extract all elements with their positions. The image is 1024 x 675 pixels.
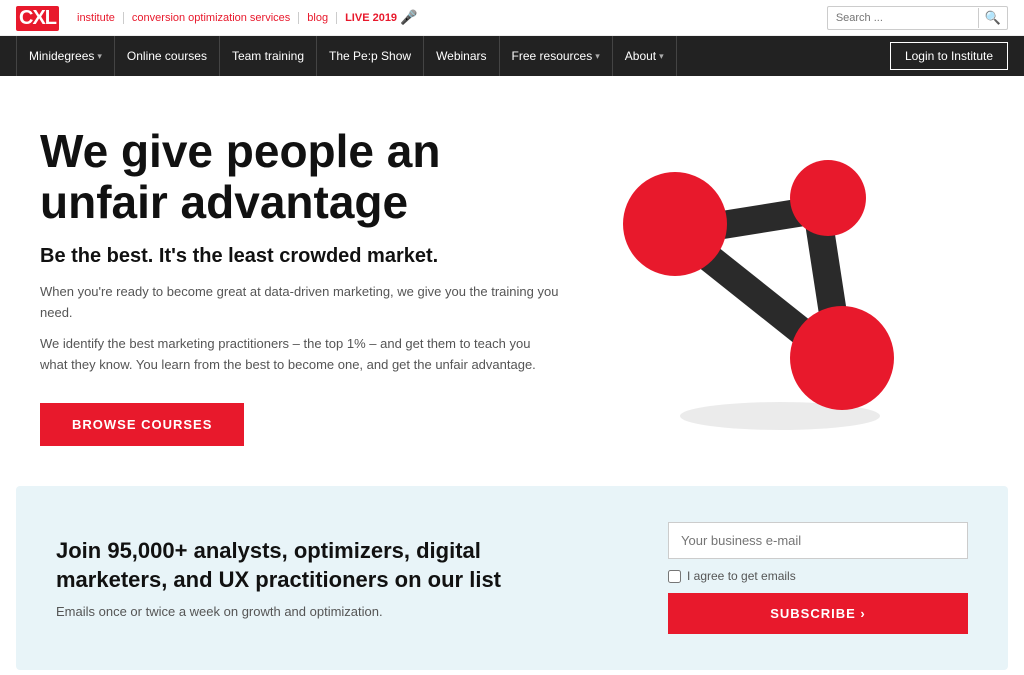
agree-row: I agree to get emails — [668, 569, 968, 583]
agree-label: I agree to get emails — [687, 569, 796, 583]
login-button[interactable]: Login to Institute — [890, 42, 1008, 70]
newsletter-title: Join 95,000+ analysts, optimizers, digit… — [56, 537, 516, 594]
newsletter-subtitle: Emails once or twice a week on growth an… — [56, 604, 516, 619]
hero-graphic — [560, 126, 940, 446]
chevron-down-icon: ▾ — [595, 51, 600, 62]
nav-online-courses[interactable]: Online courses — [115, 36, 220, 76]
live-icon: 🎤 — [400, 9, 417, 26]
newsletter-right: I agree to get emails SUBSCRIBE › — [668, 522, 968, 634]
agree-checkbox[interactable] — [668, 570, 681, 583]
subscribe-button[interactable]: SUBSCRIBE › — [668, 593, 968, 634]
newsletter-section: Join 95,000+ analysts, optimizers, digit… — [16, 486, 1008, 670]
chevron-down-icon: ▾ — [659, 51, 664, 62]
email-input[interactable] — [668, 522, 968, 559]
hero-title: We give people an unfair advantage — [40, 126, 560, 227]
cos-link[interactable]: conversion optimization services — [124, 12, 299, 24]
hero-text: We give people an unfair advantage Be th… — [40, 126, 560, 446]
nav-team-training[interactable]: Team training — [220, 36, 317, 76]
browse-courses-button[interactable]: BROWSE COURSES — [40, 403, 244, 446]
nav-minidegrees[interactable]: Minidegrees ▾ — [16, 36, 115, 76]
search-input[interactable] — [828, 10, 978, 26]
network-illustration — [580, 136, 920, 436]
blog-link[interactable]: blog — [299, 12, 337, 24]
search-button[interactable]: 🔍 — [978, 8, 1007, 28]
hero-section: We give people an unfair advantage Be th… — [0, 76, 1024, 486]
nav-about[interactable]: About ▾ — [613, 36, 677, 76]
hero-desc2: We identify the best marketing practitio… — [40, 334, 560, 376]
search-area: 🔍 — [827, 6, 1008, 30]
logo[interactable]: CXL — [16, 4, 59, 31]
chevron-down-icon: ▾ — [97, 51, 102, 62]
nav-links: Minidegrees ▾ Online courses Team traini… — [16, 36, 890, 76]
top-bar: CXL institute conversion optimization se… — [0, 0, 1024, 36]
nav-free-resources[interactable]: Free resources ▾ — [500, 36, 613, 76]
institute-link[interactable]: institute — [69, 12, 124, 24]
newsletter-left: Join 95,000+ analysts, optimizers, digit… — [56, 537, 516, 619]
hero-desc1: When you're ready to become great at dat… — [40, 282, 560, 324]
nav-webinars[interactable]: Webinars — [424, 36, 499, 76]
live-badge[interactable]: LIVE 2019 🎤 — [337, 9, 425, 26]
nav-pep-show[interactable]: The Pe:p Show — [317, 36, 424, 76]
hero-subtitle: Be the best. It's the least crowded mark… — [40, 245, 560, 268]
top-bar-links: institute conversion optimization servic… — [69, 9, 426, 26]
nav-bar: Minidegrees ▾ Online courses Team traini… — [0, 36, 1024, 76]
